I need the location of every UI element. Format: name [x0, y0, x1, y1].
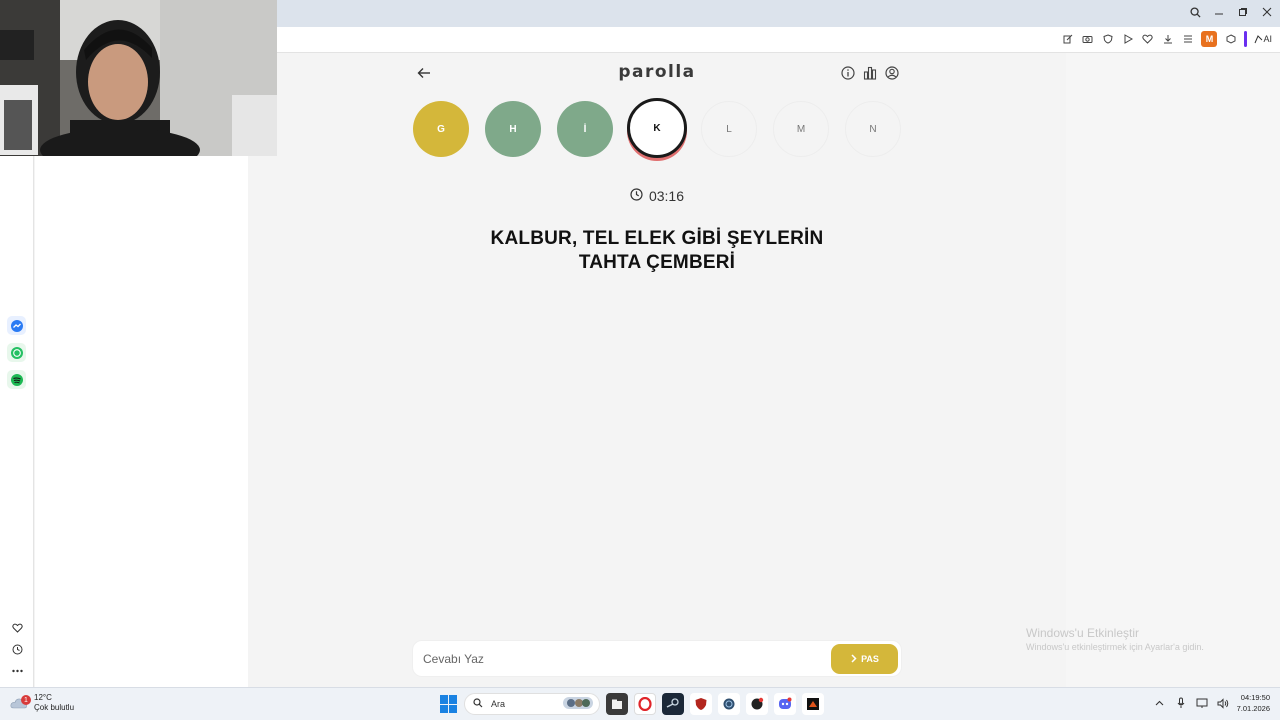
discord-app-icon[interactable]	[774, 693, 796, 715]
window-controls	[1188, 4, 1274, 20]
letter-label: M	[796, 123, 806, 135]
search-highlight-icon	[563, 696, 593, 712]
opera-browser-icon[interactable]	[634, 693, 656, 715]
chevron-up-icon[interactable]	[1153, 696, 1167, 710]
globe-app-icon[interactable]	[718, 693, 740, 715]
letter-label: İ	[583, 123, 587, 135]
letter-circle-h[interactable]: H	[485, 101, 541, 157]
letter-circle-k-active[interactable]: K	[627, 98, 687, 158]
network-monitor-icon[interactable]	[1195, 696, 1209, 710]
clock-date: 7.01.2026	[1236, 704, 1270, 713]
search-placeholder: Ara	[491, 699, 506, 709]
user-profile-icon[interactable]	[884, 65, 900, 81]
media-app-icon[interactable]	[802, 693, 824, 715]
download-icon[interactable]	[1161, 31, 1174, 47]
minimize-icon[interactable]	[1212, 4, 1226, 20]
clock-time: 04:19:50	[1240, 693, 1270, 702]
camera-icon[interactable]	[1081, 31, 1094, 47]
browser-search-icon[interactable]	[1188, 4, 1202, 20]
volume-icon[interactable]	[1216, 696, 1230, 710]
extension-cube-icon[interactable]	[1224, 31, 1237, 47]
obs-app-icon[interactable]	[746, 693, 768, 715]
windows-taskbar: 1 12°C Çok bulutlu Ara 04:19:50 7.01.202…	[0, 687, 1280, 720]
letter-circle-i[interactable]: İ	[557, 101, 613, 157]
question-line-2: TAHTA ÇEMBERİ	[578, 252, 736, 273]
letter-circle-n[interactable]: N	[845, 101, 901, 157]
letter-circle-l[interactable]: L	[701, 101, 757, 157]
letter-label: L	[726, 123, 732, 135]
info-icon[interactable]	[840, 65, 856, 81]
search-icon	[473, 698, 483, 710]
back-arrow-icon[interactable]	[415, 64, 433, 82]
question-text: KALBUR, TEL ELEK GİBİ ŞEYLERİN TAHTA ÇEM…	[448, 227, 866, 275]
chevron-right-icon	[850, 653, 857, 665]
pass-button[interactable]: PAS	[831, 644, 898, 674]
edit-icon[interactable]	[1061, 31, 1074, 47]
letter-circle-g[interactable]: G	[413, 101, 469, 157]
header-icons	[840, 65, 900, 81]
system-tray: 04:19:50 7.01.2026	[1153, 692, 1270, 714]
letter-label: N	[869, 123, 877, 135]
play-icon[interactable]	[1121, 31, 1134, 47]
menu-icon[interactable]	[1181, 31, 1194, 47]
answer-bar: PAS	[412, 640, 902, 677]
page-right-margin	[1066, 53, 1280, 687]
ai-icon[interactable]: AI	[1254, 31, 1272, 47]
microphone-icon[interactable]	[1174, 696, 1188, 710]
history-clock-icon[interactable]	[9, 641, 25, 657]
letter-label: G	[437, 123, 445, 135]
sidebar-toggle-indicator[interactable]	[1244, 31, 1248, 47]
game-logo[interactable]: parolla	[557, 62, 757, 82]
letter-label: K	[653, 122, 661, 134]
taskbar-clock[interactable]: 04:19:50 7.01.2026	[1237, 692, 1270, 714]
watermark-title: Windows'u Etkinleştir	[1026, 626, 1139, 640]
shield-icon[interactable]	[1101, 31, 1114, 47]
webcam-overlay	[0, 0, 277, 156]
letter-label: H	[509, 123, 517, 135]
whatsapp-icon[interactable]	[7, 343, 26, 362]
toolbar-icons: M AI	[1061, 31, 1272, 47]
weather-text: 12°C Çok bulutlu	[34, 693, 74, 713]
restore-icon[interactable]	[1236, 4, 1250, 20]
notification-badge: 1	[21, 695, 31, 705]
letter-track: G H İ K L M N	[413, 98, 903, 161]
weather-temp: 12°C	[34, 693, 52, 702]
close-icon[interactable]	[1260, 4, 1274, 20]
file-explorer-app-icon[interactable]	[606, 693, 628, 715]
stats-chart-icon[interactable]	[862, 65, 878, 81]
ai-label: AI	[1263, 34, 1272, 44]
windows-start-icon[interactable]	[440, 695, 458, 713]
clock-icon	[630, 188, 643, 204]
weather-widget[interactable]: 1 12°C Çok bulutlu	[10, 693, 74, 713]
question-line-1: KALBUR, TEL ELEK GİBİ ŞEYLERİN	[490, 228, 824, 249]
countdown-timer: 03:16	[610, 188, 704, 204]
heart-icon[interactable]	[1141, 31, 1154, 47]
pass-label: PAS	[861, 654, 879, 664]
watermark-subtitle: Windows'u etkinleştirmek için Ayarlar'a …	[1026, 642, 1204, 652]
taskbar-center: Ara	[440, 693, 824, 715]
spotify-icon[interactable]	[7, 370, 26, 389]
letter-circle-m[interactable]: M	[773, 101, 829, 157]
answer-input[interactable]	[423, 649, 823, 669]
timer-value: 03:16	[648, 188, 685, 204]
webcam-feed-image	[0, 0, 277, 156]
weather-desc: Çok bulutlu	[34, 703, 75, 712]
shield-game-app-icon[interactable]	[690, 693, 712, 715]
more-options-icon[interactable]	[9, 663, 25, 679]
profile-avatar[interactable]: M	[1201, 31, 1218, 47]
activation-watermark: Windows'u Etkinleştir Windows'u etkinleş…	[1026, 626, 1204, 652]
taskbar-search[interactable]: Ara	[464, 693, 600, 715]
cloud-icon: 1	[10, 695, 31, 710]
favorites-heart-icon[interactable]	[9, 620, 25, 636]
messenger-icon[interactable]	[7, 316, 26, 335]
steam-app-icon[interactable]	[662, 693, 684, 715]
